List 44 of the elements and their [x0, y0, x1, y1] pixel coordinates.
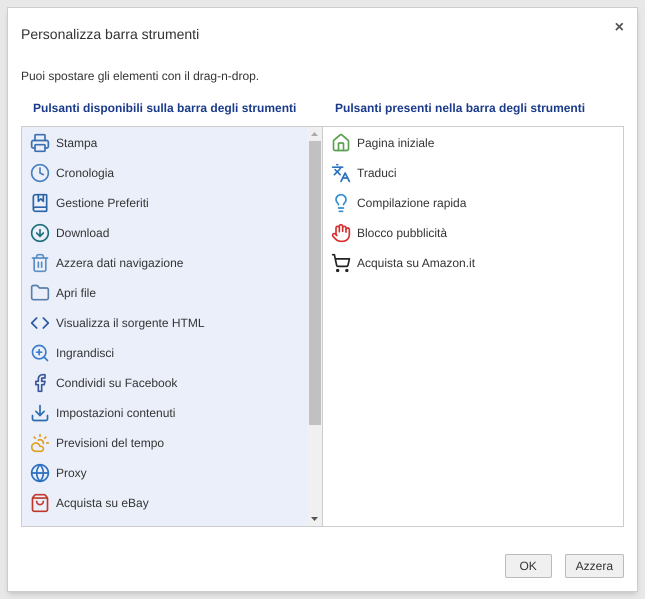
toolbar-button-item[interactable]: Blocco pubblicità: [323, 218, 623, 248]
tray-download-icon: [30, 403, 50, 423]
shopping-bag-icon: [30, 493, 50, 513]
clock-icon: [30, 163, 50, 183]
toolbar-button-item[interactable]: Impostazioni contenuti: [22, 398, 307, 428]
toolbar-button-item[interactable]: Condividi su Facebook: [22, 368, 307, 398]
toolbar-button-item[interactable]: Download: [22, 218, 307, 248]
printer-icon: [30, 133, 50, 153]
toolbar-button-item[interactable]: Stampa: [22, 128, 307, 158]
toolbar-button-item[interactable]: Acquista su eBay: [22, 488, 307, 518]
toolbar-button-item[interactable]: Gestione Preferiti: [22, 188, 307, 218]
toolbar-button-item[interactable]: Proxy: [22, 458, 307, 488]
scroll-up-icon[interactable]: [311, 132, 318, 136]
scrollbar[interactable]: [307, 127, 322, 526]
zoom-in-icon: [30, 343, 50, 363]
book-icon: [30, 193, 50, 213]
toolbar-button-item[interactable]: Compilazione rapida: [323, 188, 623, 218]
toolbar-button-item[interactable]: Pagina iniziale: [323, 128, 623, 158]
scroll-down-icon[interactable]: [311, 517, 318, 521]
toolbar-button-item[interactable]: Ingrandisci: [22, 338, 307, 368]
folder-icon: [30, 283, 50, 303]
toolbar-button-item[interactable]: Traduci: [323, 158, 623, 188]
trash-icon: [30, 253, 50, 273]
column-heading: Pulsanti presenti nella barra degli strumenti: [334, 100, 586, 117]
cart-icon: [331, 253, 351, 273]
toolbar-button-item[interactable]: Azzera dati navigazione: [22, 248, 307, 278]
toolbar-button-item[interactable]: Previsioni del tempo: [22, 428, 307, 458]
home-icon: [331, 133, 351, 153]
globe-icon: [30, 463, 50, 483]
reset-button[interactable]: Azzera: [564, 554, 624, 578]
toolbar-button-item[interactable]: Visualizza il sorgente HTML: [22, 308, 307, 338]
stop-hand-icon: [331, 223, 351, 243]
translate-icon: [331, 163, 351, 183]
dialog-title: Personalizza barra strumenti: [21, 25, 200, 44]
toolbar-button-item[interactable]: Cronologia: [22, 158, 307, 188]
column-heading: Pulsanti disponibili sulla barra degli strumenti: [32, 100, 298, 117]
scrollbar-thumb[interactable]: [308, 141, 320, 425]
weather-icon: [30, 433, 50, 453]
instruction-text: Puoi spostare gli elementi con il drag-n-drop.: [21, 68, 260, 85]
toolbar-button-item[interactable]: Apri file: [22, 278, 307, 308]
toolbar-button-item[interactable]: Acquista su Amazon.it: [323, 248, 623, 278]
close-button[interactable]: ×: [614, 20, 624, 36]
ok-button[interactable]: OK: [504, 554, 552, 578]
download-icon: [30, 223, 50, 243]
